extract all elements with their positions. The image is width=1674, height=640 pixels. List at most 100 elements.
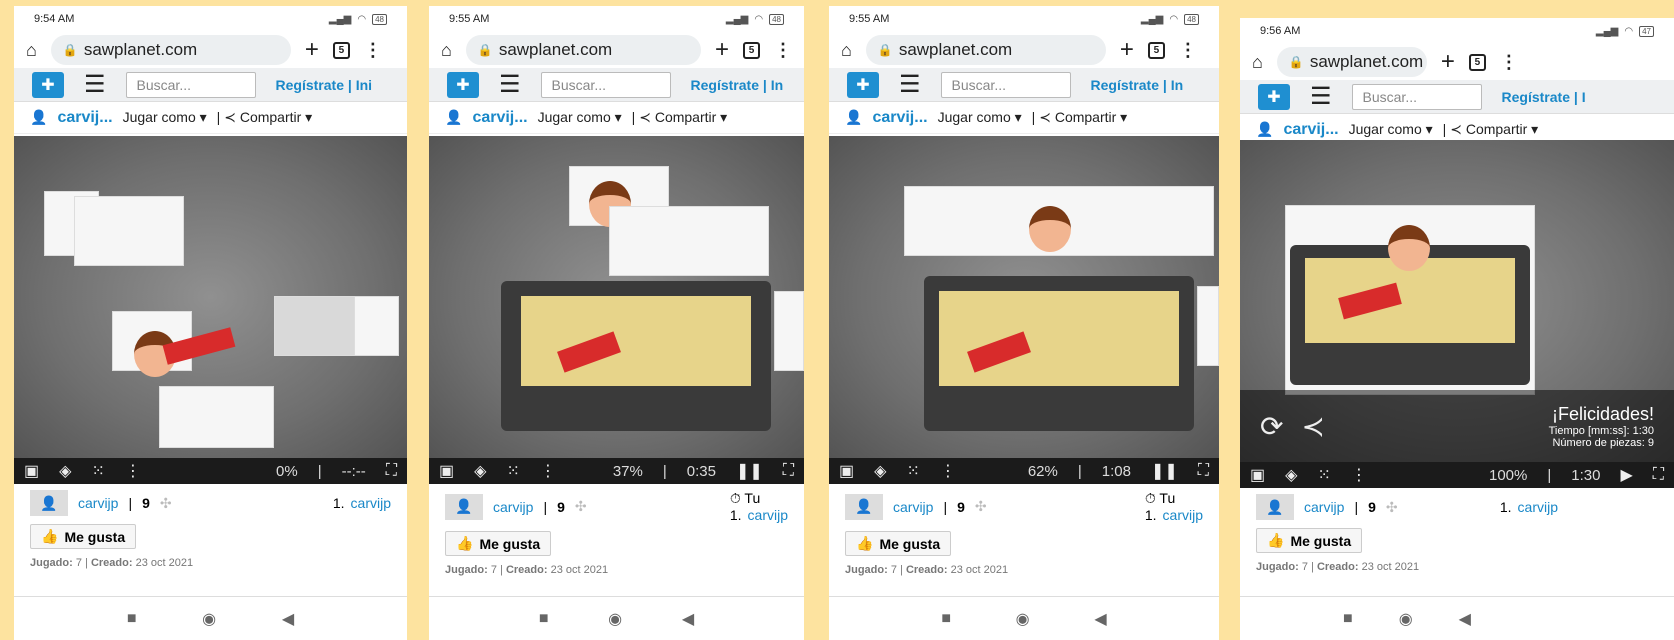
puzzle-piece-screen[interactable] xyxy=(521,296,751,386)
fullscreen-icon[interactable]: ⛶ xyxy=(1653,466,1664,484)
home-icon[interactable]: ⌂ xyxy=(26,40,37,61)
like-button[interactable]: 👍 Me gusta xyxy=(445,531,552,556)
address-bar[interactable]: 🔒 sawplanet.com xyxy=(465,35,701,65)
register-link[interactable]: Regístrate | Ini xyxy=(276,77,373,93)
image-icon[interactable]: ▣ xyxy=(839,461,854,481)
more-vertical-icon[interactable]: ⋮ xyxy=(540,461,556,481)
more-menu-icon[interactable]: ⋮ xyxy=(774,40,792,61)
creator-link[interactable]: carvijp xyxy=(493,499,533,515)
puzzle-piece[interactable] xyxy=(1197,286,1219,366)
more-vertical-icon[interactable]: ⋮ xyxy=(1351,465,1367,485)
home-circle-icon[interactable]: ◉ xyxy=(1016,609,1030,629)
puzzle-board[interactable] xyxy=(829,136,1219,458)
search-input[interactable]: Buscar... xyxy=(540,71,671,98)
site-logo[interactable]: ✚ xyxy=(447,71,479,98)
creator-link[interactable]: carvijp xyxy=(893,499,933,515)
share-dropdown[interactable]: | ≺ Compartir ▾ xyxy=(632,109,728,126)
like-button[interactable]: 👍 Me gusta xyxy=(1256,528,1363,553)
play-as-dropdown[interactable]: Jugar como ▾ xyxy=(538,109,622,126)
puzzle-piece[interactable] xyxy=(774,291,804,371)
site-logo[interactable]: ✚ xyxy=(847,71,879,98)
pause-icon[interactable]: ❚❚ xyxy=(736,461,763,481)
like-button[interactable]: 👍 Me gusta xyxy=(845,531,952,556)
site-logo[interactable]: ✚ xyxy=(1258,83,1290,110)
tab-count-button[interactable]: 5 xyxy=(743,41,760,59)
back-icon[interactable]: ◀ xyxy=(682,609,694,629)
pause-icon[interactable]: ❚❚ xyxy=(1151,461,1178,481)
grid-icon[interactable]: ⁙ xyxy=(906,461,919,481)
play-as-dropdown[interactable]: Jugar como ▾ xyxy=(123,109,207,126)
back-icon[interactable]: ◀ xyxy=(1094,609,1106,629)
address-bar[interactable]: 🔒 sawplanet.com xyxy=(50,35,291,65)
puzzle-piece[interactable] xyxy=(354,296,399,356)
hamburger-menu-icon[interactable]: ☰ xyxy=(1310,82,1332,111)
image-icon[interactable]: ▣ xyxy=(1250,465,1265,485)
puzzle-board[interactable]: ⟳ ≺ ¡Felicidades! Tiempo [mm:ss]: 1:30 N… xyxy=(1240,140,1674,462)
creator-link[interactable]: carvijp xyxy=(78,495,118,511)
refresh-icon[interactable]: ⟳ xyxy=(1260,410,1283,443)
username[interactable]: carvij... xyxy=(472,109,527,127)
image-icon[interactable]: ▣ xyxy=(439,461,454,481)
play-as-dropdown[interactable]: Jugar como ▾ xyxy=(938,109,1022,126)
share-dropdown[interactable]: | ≺ Compartir ▾ xyxy=(217,109,313,126)
ghost-icon[interactable]: ◈ xyxy=(474,461,486,481)
fullscreen-icon[interactable]: ⛶ xyxy=(1198,462,1209,480)
ghost-icon[interactable]: ◈ xyxy=(874,461,886,481)
back-icon[interactable]: ◀ xyxy=(282,609,294,629)
new-tab-icon[interactable]: + xyxy=(715,36,729,64)
new-tab-icon[interactable]: + xyxy=(1441,48,1455,76)
register-link[interactable]: Regístrate | In xyxy=(691,77,784,93)
home-circle-icon[interactable]: ◉ xyxy=(608,609,622,629)
share-icon[interactable]: ≺ xyxy=(1301,410,1324,443)
hamburger-menu-icon[interactable]: ☰ xyxy=(899,70,921,99)
creator-link[interactable]: carvijp xyxy=(1304,499,1344,515)
tab-count-button[interactable]: 5 xyxy=(1147,41,1165,59)
username[interactable]: carvij... xyxy=(1283,121,1338,139)
address-bar[interactable]: 🔒 sawplanet.com xyxy=(865,35,1106,65)
share-dropdown[interactable]: | ≺ Compartir ▾ xyxy=(1032,109,1128,126)
puzzle-piece-face[interactable] xyxy=(1029,206,1071,252)
site-logo[interactable]: ✚ xyxy=(32,71,64,98)
home-circle-icon[interactable]: ◉ xyxy=(202,609,216,629)
more-menu-icon[interactable]: ⋮ xyxy=(1179,40,1197,61)
more-menu-icon[interactable]: ⋮ xyxy=(1500,52,1518,73)
new-tab-icon[interactable]: + xyxy=(1120,36,1134,64)
more-vertical-icon[interactable]: ⋮ xyxy=(125,461,141,481)
fullscreen-icon[interactable]: ⛶ xyxy=(783,462,794,480)
grid-icon[interactable]: ⁙ xyxy=(1317,465,1330,485)
address-bar[interactable]: 🔒 sawplanet.com xyxy=(1276,47,1427,77)
hamburger-menu-icon[interactable]: ☰ xyxy=(84,70,106,99)
more-vertical-icon[interactable]: ⋮ xyxy=(940,461,956,481)
recents-icon[interactable]: ■ xyxy=(941,610,951,628)
puzzle-piece[interactable] xyxy=(74,196,184,266)
hamburger-menu-icon[interactable]: ☰ xyxy=(499,70,521,99)
play-icon[interactable]: ▶ xyxy=(1620,465,1632,485)
search-input[interactable]: Buscar... xyxy=(940,71,1071,98)
fullscreen-icon[interactable]: ⛶ xyxy=(386,462,397,480)
register-link[interactable]: Regístrate | In xyxy=(1091,77,1184,93)
puzzle-board[interactable] xyxy=(429,136,804,458)
puzzle-piece[interactable] xyxy=(609,206,769,276)
register-link[interactable]: Regístrate | I xyxy=(1502,89,1586,105)
home-icon[interactable]: ⌂ xyxy=(841,40,852,61)
ghost-icon[interactable]: ◈ xyxy=(59,461,71,481)
home-icon[interactable]: ⌂ xyxy=(441,40,452,61)
home-icon[interactable]: ⌂ xyxy=(1252,52,1263,73)
search-input[interactable]: Buscar... xyxy=(1351,83,1482,110)
username[interactable]: carvij... xyxy=(57,109,112,127)
puzzle-board[interactable] xyxy=(14,136,407,458)
search-input[interactable]: Buscar... xyxy=(125,71,256,98)
grid-icon[interactable]: ⁙ xyxy=(91,461,104,481)
like-button[interactable]: 👍 Me gusta xyxy=(30,524,137,549)
username[interactable]: carvij... xyxy=(872,109,927,127)
ghost-icon[interactable]: ◈ xyxy=(1285,465,1297,485)
recents-icon[interactable]: ■ xyxy=(539,610,549,628)
recents-icon[interactable]: ■ xyxy=(1343,610,1353,628)
image-icon[interactable]: ▣ xyxy=(24,461,39,481)
tab-count-button[interactable]: 5 xyxy=(1468,53,1486,71)
puzzle-piece[interactable] xyxy=(159,386,274,448)
more-menu-icon[interactable]: ⋮ xyxy=(364,40,382,61)
play-as-dropdown[interactable]: Jugar como ▾ xyxy=(1349,121,1433,138)
tab-count-button[interactable]: 5 xyxy=(332,41,350,59)
recents-icon[interactable]: ■ xyxy=(127,610,137,628)
